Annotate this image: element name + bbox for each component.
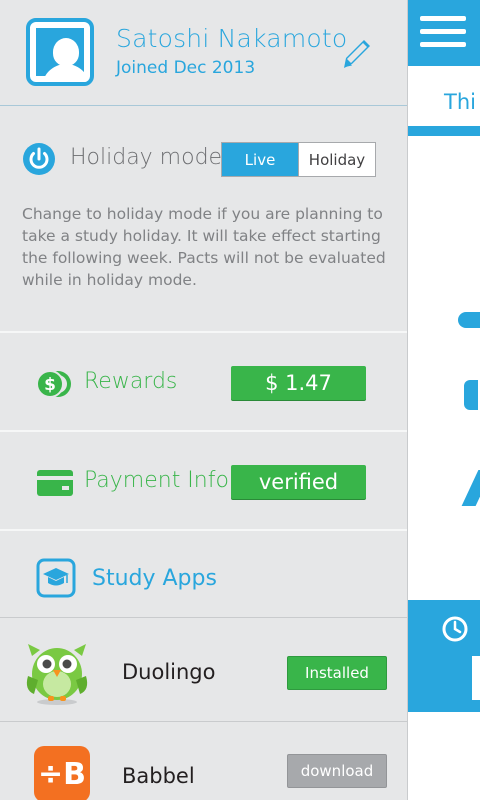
graduation-cap-icon: [36, 558, 76, 598]
download-button[interactable]: download: [287, 754, 387, 788]
duolingo-logo: [26, 644, 88, 705]
rewards-label: Rewards: [84, 369, 178, 394]
live-option[interactable]: Live: [222, 143, 298, 176]
navigation-drawer: Satoshi Nakamoto Joined Dec 2013 Holiday…: [0, 0, 408, 800]
profile-header[interactable]: Satoshi Nakamoto Joined Dec 2013: [0, 0, 407, 106]
pencil-icon[interactable]: [336, 34, 376, 74]
holiday-mode-label: Holiday mode: [70, 145, 223, 170]
bottom-panel: [408, 600, 480, 712]
rewards-row[interactable]: $ Rewards $ 1.47: [0, 335, 407, 432]
user-name: Satoshi Nakamoto: [116, 24, 348, 53]
power-icon: [23, 143, 55, 175]
avatar-icon: [36, 28, 90, 82]
app-name: Duolingo: [122, 660, 216, 684]
top-app-bar: [408, 0, 480, 66]
coins-icon: $: [36, 370, 71, 398]
clock-icon: [442, 616, 468, 642]
holiday-mode-toggle[interactable]: Live Holiday: [221, 142, 376, 177]
rewards-value: $ 1.47: [231, 366, 366, 400]
avatar: [26, 18, 94, 86]
holiday-description: Change to holiday mode if you are planni…: [22, 205, 386, 289]
payment-info-label: Payment Info: [84, 468, 229, 493]
app-name: Babbel: [122, 764, 195, 788]
list-item[interactable]: ÷B Babbel download: [0, 722, 407, 800]
tab-label[interactable]: Thi: [444, 90, 476, 114]
credit-card-icon: [37, 470, 73, 496]
list-item[interactable]: Duolingo Installed: [0, 618, 407, 722]
holiday-option[interactable]: Holiday: [298, 143, 375, 176]
payment-info-row[interactable]: Payment Info verified: [0, 434, 407, 531]
joined-date: Joined Dec 2013: [116, 58, 256, 78]
svg-text:$: $: [44, 375, 56, 395]
large-number-fragment: [458, 312, 480, 328]
menu-icon[interactable]: [420, 16, 466, 52]
main-content: Thi: [408, 0, 480, 800]
babbel-logo: ÷B: [34, 746, 90, 800]
bottom-panel-fragment: [472, 656, 480, 700]
payment-status: verified: [231, 465, 366, 499]
large-number-fragment: [461, 470, 480, 506]
large-number-fragment: [464, 380, 478, 410]
installed-button[interactable]: Installed: [287, 656, 387, 690]
holiday-mode-section: Holiday mode Live Holiday Change to holi…: [0, 107, 407, 333]
tab-indicator: [408, 126, 480, 136]
study-apps-header: Study Apps: [0, 533, 407, 618]
study-apps-label: Study Apps: [92, 566, 217, 591]
